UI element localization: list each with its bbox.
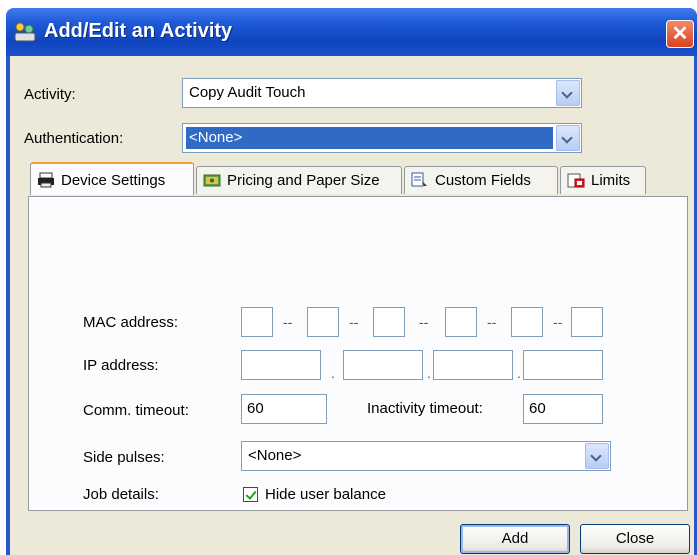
inactivity-timeout-label: Inactivity timeout: (367, 400, 483, 417)
ip-separator: . (517, 365, 521, 381)
add-button[interactable]: Add (460, 524, 570, 554)
ip-separator: . (427, 365, 431, 381)
mac-address-field-3[interactable] (373, 307, 405, 337)
inactivity-timeout-field[interactable]: 60 (523, 394, 603, 424)
mac-address-field-2[interactable] (307, 307, 339, 337)
activity-icon (14, 22, 36, 42)
limits-icon (567, 173, 585, 188)
mac-address-field-1[interactable] (241, 307, 273, 337)
ip-address-field-3[interactable] (433, 350, 513, 380)
custom-fields-icon (411, 172, 427, 187)
chevron-down-icon[interactable] (556, 125, 580, 151)
ip-address-field-1[interactable] (241, 350, 321, 380)
close-button[interactable]: Close (580, 524, 690, 554)
tab-limits[interactable]: Limits (560, 166, 646, 194)
mac-separator: -- (283, 314, 293, 330)
mac-address-label: MAC address: (83, 314, 179, 331)
window-title: Add/Edit an Activity (44, 20, 233, 42)
mac-separator: -- (419, 314, 429, 330)
tab-label: Pricing and Paper Size (227, 172, 380, 189)
mac-separator: -- (553, 314, 563, 330)
side-pulses-label: Side pulses: (83, 449, 165, 466)
authentication-select[interactable]: <None> (182, 123, 582, 153)
side-pulses-select-value: <None> (248, 447, 302, 464)
activity-select[interactable]: Copy Audit Touch (182, 78, 582, 108)
mac-separator: -- (487, 314, 497, 330)
chevron-down-icon[interactable] (556, 80, 580, 106)
tab-pricing-paper-size[interactable]: Pricing and Paper Size (196, 166, 402, 194)
ip-separator: . (331, 365, 335, 381)
comm-timeout-field[interactable]: 60 (241, 394, 327, 424)
mac-address-field-5[interactable] (511, 307, 543, 337)
ip-address-field-4[interactable] (523, 350, 603, 380)
mac-separator: -- (349, 314, 359, 330)
tab-label: Device Settings (61, 172, 166, 189)
side-pulses-select[interactable]: <None> (241, 441, 611, 471)
authentication-select-value: <None> (186, 127, 553, 149)
activity-label: Activity: (24, 86, 76, 103)
printer-icon (38, 172, 54, 188)
tab-device-settings[interactable]: Device Settings (30, 162, 194, 195)
close-icon[interactable]: ✕ (666, 20, 694, 48)
ip-address-field-2[interactable] (343, 350, 423, 380)
authentication-label: Authentication: (24, 130, 124, 147)
chevron-down-icon[interactable] (585, 443, 609, 469)
device-settings-panel: MAC address: -- -- -- -- -- IP address: … (28, 196, 688, 511)
money-icon (203, 174, 221, 187)
mac-address-field-4[interactable] (445, 307, 477, 337)
title-bar[interactable]: Add/Edit an Activity ✕ (6, 8, 697, 56)
tab-label: Custom Fields (435, 172, 531, 189)
activity-select-value: Copy Audit Touch (189, 84, 306, 101)
job-details-label: Job details: (83, 486, 159, 503)
hide-user-balance-label[interactable]: Hide user balance (265, 486, 386, 503)
tab-custom-fields[interactable]: Custom Fields (404, 166, 558, 194)
tab-label: Limits (591, 172, 631, 189)
ip-address-label: IP address: (83, 357, 159, 374)
dialog-window: Add/Edit an Activity ✕ Activity: Copy Au… (6, 8, 697, 555)
mac-address-field-6[interactable] (571, 307, 603, 337)
hide-user-balance-checkbox[interactable] (243, 487, 258, 502)
dialog-body: Activity: Copy Audit Touch Authenticatio… (10, 56, 694, 555)
comm-timeout-label: Comm. timeout: (83, 402, 189, 419)
